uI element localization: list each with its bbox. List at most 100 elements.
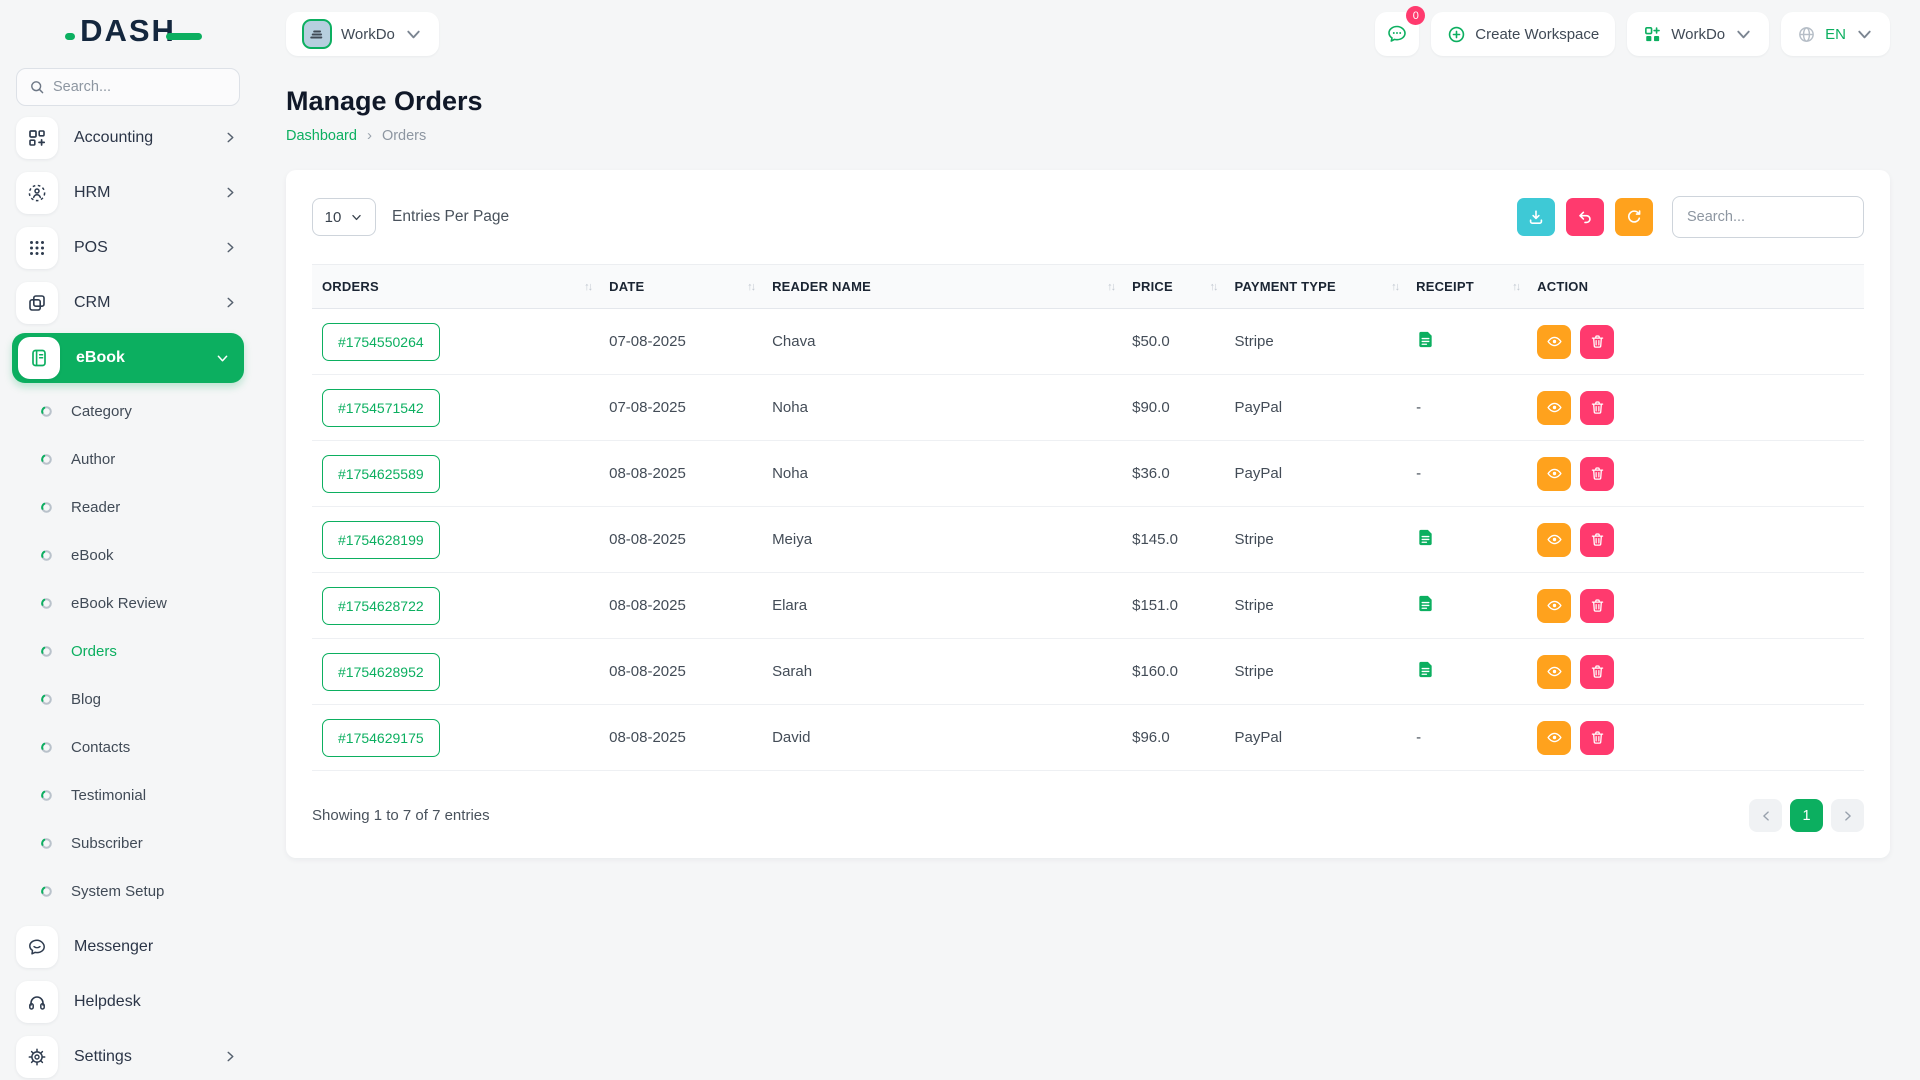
view-order-button[interactable] xyxy=(1537,523,1571,557)
topbar: WorkDo 0 Create Workspace WorkDo xyxy=(286,12,1890,56)
refresh-button[interactable] xyxy=(1615,198,1653,236)
receipt-file-icon[interactable] xyxy=(1416,330,1435,349)
language-selector[interactable]: EN xyxy=(1781,12,1890,56)
sidebar-search[interactable] xyxy=(16,68,240,106)
breadcrumb-dashboard-link[interactable]: Dashboard xyxy=(286,128,357,144)
view-order-button[interactable] xyxy=(1537,325,1571,359)
settings-gear-icon xyxy=(16,1036,58,1078)
reset-button[interactable] xyxy=(1566,198,1604,236)
sidebar-item-messenger[interactable]: Messenger xyxy=(0,919,256,974)
globe-icon xyxy=(1797,25,1816,44)
column-header-price[interactable]: PRICE xyxy=(1122,265,1224,309)
view-order-button[interactable] xyxy=(1537,721,1571,755)
order-id-button[interactable]: #1754550264 xyxy=(322,323,440,361)
order-id-button[interactable]: #1754628952 xyxy=(322,653,440,691)
column-header-date[interactable]: DATE xyxy=(599,265,762,309)
receipt-empty: - xyxy=(1406,441,1527,507)
sidebar-item-hrm[interactable]: HRM xyxy=(0,165,256,220)
table-footer: Showing 1 to 7 of 7 entries 1 xyxy=(312,799,1864,832)
sidebar-subitem-category[interactable]: Category xyxy=(0,387,256,435)
delete-order-button[interactable] xyxy=(1580,325,1614,359)
order-price: $96.0 xyxy=(1122,705,1224,771)
sidebar-subitem-ebook-review[interactable]: eBook Review xyxy=(0,579,256,627)
entries-per-page-label: Entries Per Page xyxy=(392,208,509,226)
view-order-button[interactable] xyxy=(1537,457,1571,491)
delete-order-button[interactable] xyxy=(1580,457,1614,491)
table-row: #1754550264 07-08-2025 Chava $50.0 Strip… xyxy=(312,309,1864,375)
receipt-file-icon[interactable] xyxy=(1416,660,1435,679)
column-header-action: ACTION xyxy=(1527,265,1864,309)
order-id-button[interactable]: #1754625589 xyxy=(322,455,440,493)
trash-icon xyxy=(1589,729,1606,746)
order-id-button[interactable]: #1754571542 xyxy=(322,389,440,427)
column-header-payment-type[interactable]: PAYMENT TYPE xyxy=(1225,265,1407,309)
chevron-right-icon xyxy=(223,185,238,200)
app-logo[interactable]: DASH xyxy=(0,8,256,54)
view-order-button[interactable] xyxy=(1537,655,1571,689)
sidebar-item-label: Messenger xyxy=(74,938,238,956)
sidebar-subitem-orders[interactable]: Orders xyxy=(0,627,256,675)
table-row: #1754628952 08-08-2025 Sarah $160.0 Stri… xyxy=(312,639,1864,705)
order-id-button[interactable]: #1754628722 xyxy=(322,587,440,625)
delete-order-button[interactable] xyxy=(1580,523,1614,557)
eye-icon xyxy=(1546,399,1563,416)
sidebar-item-crm[interactable]: CRM xyxy=(0,275,256,330)
receipt-file-icon[interactable] xyxy=(1416,528,1435,547)
table-search-input[interactable] xyxy=(1672,196,1864,238)
sidebar-item-pos[interactable]: POS xyxy=(0,220,256,275)
view-order-button[interactable] xyxy=(1537,391,1571,425)
delete-order-button[interactable] xyxy=(1580,391,1614,425)
export-button[interactable] xyxy=(1517,198,1555,236)
app-root: DASH Accounting HRM POS xyxy=(0,12,1920,858)
workspace-menu-button[interactable]: WorkDo xyxy=(1627,12,1769,56)
sidebar-search-input[interactable] xyxy=(53,79,227,95)
order-date: 08-08-2025 xyxy=(599,639,762,705)
sidebar-subitem-reader[interactable]: Reader xyxy=(0,483,256,531)
payment-type: PayPal xyxy=(1225,705,1407,771)
trash-icon xyxy=(1589,597,1606,614)
workspace-selector[interactable]: WorkDo xyxy=(286,12,439,56)
chevron-right-icon xyxy=(1841,809,1855,823)
sort-icon xyxy=(1512,281,1519,293)
receipt-file-icon[interactable] xyxy=(1416,594,1435,613)
next-page-button[interactable] xyxy=(1831,799,1864,832)
delete-order-button[interactable] xyxy=(1580,721,1614,755)
page-number-button[interactable]: 1 xyxy=(1790,799,1823,832)
sidebar-subitem-contacts[interactable]: Contacts xyxy=(0,723,256,771)
sidebar-subitem-blog[interactable]: Blog xyxy=(0,675,256,723)
sidebar-item-accounting[interactable]: Accounting xyxy=(0,110,256,165)
table-row: #1754628722 08-08-2025 Elara $151.0 Stri… xyxy=(312,573,1864,639)
sidebar-subitem-testimonial[interactable]: Testimonial xyxy=(0,771,256,819)
sidebar-item-helpdesk[interactable]: Helpdesk xyxy=(0,974,256,1029)
app-grid-icon xyxy=(1643,25,1662,44)
chevron-right-icon xyxy=(223,1049,238,1064)
payment-type: Stripe xyxy=(1225,573,1407,639)
column-header-receipt[interactable]: RECEIPT xyxy=(1406,265,1527,309)
sidebar-item-settings[interactable]: Settings xyxy=(0,1029,256,1080)
sidebar-subitem-ebook[interactable]: eBook xyxy=(0,531,256,579)
column-header-orders[interactable]: ORDERS xyxy=(312,265,599,309)
delete-order-button[interactable] xyxy=(1580,655,1614,689)
reader-name: David xyxy=(762,705,1122,771)
delete-order-button[interactable] xyxy=(1580,589,1614,623)
column-header-reader-name[interactable]: READER NAME xyxy=(762,265,1122,309)
previous-page-button[interactable] xyxy=(1749,799,1782,832)
sidebar-subitem-author[interactable]: Author xyxy=(0,435,256,483)
chat-button[interactable]: 0 xyxy=(1375,12,1419,56)
payment-type: Stripe xyxy=(1225,639,1407,705)
orders-card: 10 Entries Per Page xyxy=(286,170,1890,858)
receipt-empty: - xyxy=(1406,705,1527,771)
order-id-button[interactable]: #1754628199 xyxy=(322,521,440,559)
sidebar-item-ebook[interactable]: eBook xyxy=(12,333,244,383)
view-order-button[interactable] xyxy=(1537,589,1571,623)
table-header-row: ORDERS DATE READER NAME PRICE PAYMENT TY… xyxy=(312,265,1864,309)
order-id-button[interactable]: #1754629175 xyxy=(322,719,440,757)
sidebar-subitem-subscriber[interactable]: Subscriber xyxy=(0,819,256,867)
create-workspace-button[interactable]: Create Workspace xyxy=(1431,12,1615,56)
order-date: 08-08-2025 xyxy=(599,705,762,771)
sidebar-item-label: CRM xyxy=(74,294,207,312)
order-price: $145.0 xyxy=(1122,507,1224,573)
entries-per-page-select[interactable]: 10 xyxy=(312,198,376,236)
bullet-ring-icon xyxy=(40,453,53,466)
sidebar-subitem-system-setup[interactable]: System Setup xyxy=(0,867,256,915)
